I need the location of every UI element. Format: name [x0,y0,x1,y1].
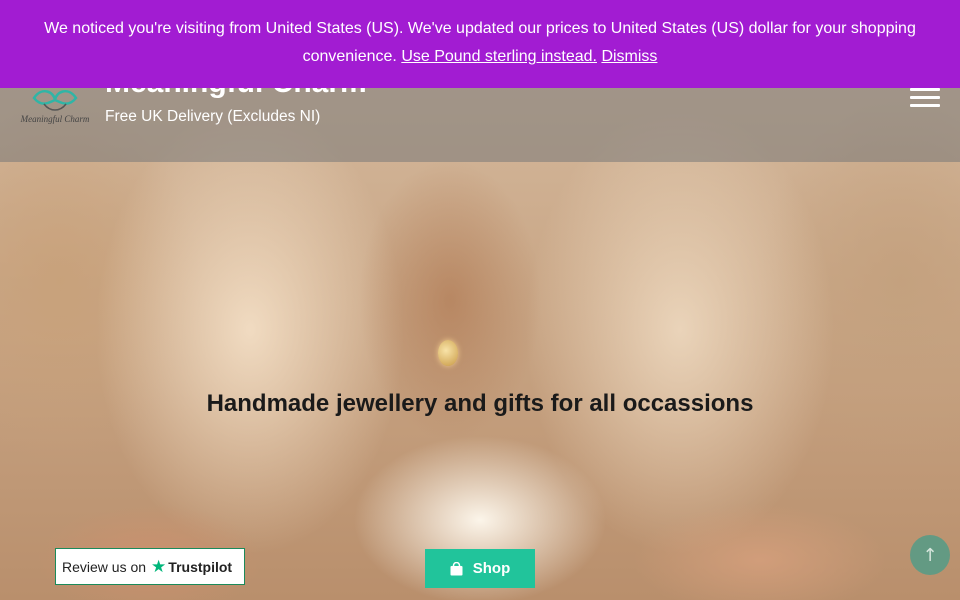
svg-text:Meaningful Charm: Meaningful Charm [20,114,90,124]
hero-image-pendant [438,340,458,366]
trustpilot-prefix: Review us on [62,558,147,575]
trustpilot-brand: Trustpilot [168,558,233,575]
shop-button-label: Shop [472,560,511,577]
menu-bar-icon [910,104,940,107]
trustpilot-review-button[interactable]: Review us on ★ Trustpilot [55,548,245,585]
use-pound-sterling-link[interactable]: Use Pound sterling instead. [401,48,597,65]
site-logo[interactable]: Meaningful Charm [14,82,96,132]
trustpilot-star-icon: ★ [151,556,167,576]
scroll-to-top-button[interactable]: ↑ [910,535,950,575]
shop-button[interactable]: Shop [425,549,535,588]
menu-bar-icon [910,88,940,91]
menu-bar-icon [910,96,940,99]
arrow-up-icon: ↑ [922,544,938,566]
hero-image-hands-right [600,470,960,600]
hamburger-menu-icon[interactable] [908,86,942,110]
shopping-bag-icon [450,561,463,576]
site-tagline: Free UK Delivery (Excludes NI) [105,108,321,125]
meaningful-charm-logo-icon: Meaningful Charm [20,90,90,124]
dismiss-link[interactable]: Dismiss [601,48,657,65]
hero-headline: Handmade jewellery and gifts for all occ… [206,390,754,417]
currency-notice-banner: We noticed you're visiting from United S… [0,0,960,88]
